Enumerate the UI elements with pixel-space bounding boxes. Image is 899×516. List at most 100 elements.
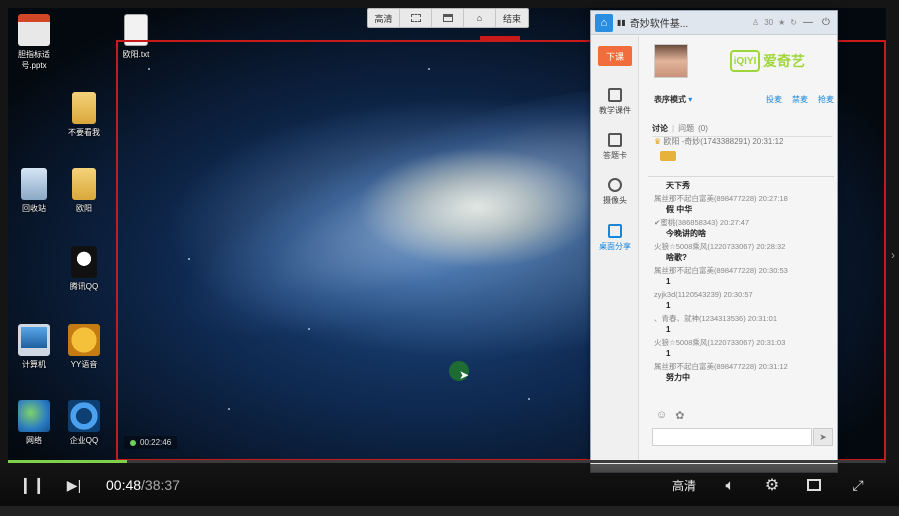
- chat-sender: 属丝那不起白富美(898477228) 20:31:12: [654, 362, 788, 371]
- home-icon: ⌂: [476, 13, 483, 23]
- toolbar-select-area-button[interactable]: [400, 9, 432, 27]
- chat-text: 假 中华: [666, 205, 693, 214]
- refresh-icon[interactable]: ↻: [790, 18, 797, 27]
- flower-icon[interactable]: ✿: [675, 409, 684, 422]
- member-count: ♙ 30 ★ ↻: [752, 18, 797, 27]
- window-mode-button[interactable]: [802, 473, 826, 497]
- volume-button[interactable]: 🔈︎: [718, 473, 742, 497]
- chat-tools: ☺ ✿: [656, 409, 684, 422]
- chevron-right-icon[interactable]: ›: [887, 240, 899, 270]
- computer-icon: [18, 324, 50, 356]
- mouse-cursor-icon: ➤: [459, 368, 470, 382]
- recording-timer-text: 00:22:46: [140, 438, 172, 447]
- quality-button[interactable]: 高清: [672, 474, 696, 496]
- chat-text: 天下秀: [666, 181, 690, 190]
- desktop-icon-folder-2[interactable]: 欧阳: [56, 168, 112, 214]
- pause-icon: ❙❙: [18, 477, 46, 494]
- power-icon[interactable]: ⏻: [819, 17, 833, 28]
- network-globe-icon: [18, 400, 50, 432]
- send-icon: ➤: [819, 431, 827, 442]
- desktop-icon-label: 腾讯QQ: [69, 282, 99, 291]
- window-title: 奇妙软件基...: [629, 19, 689, 30]
- desktop-icon-pptx[interactable]: 胆指标适号.pptx: [8, 14, 62, 71]
- pause-button[interactable]: ❙❙: [18, 473, 46, 497]
- end-class-button[interactable]: 下课: [598, 46, 632, 66]
- chat-message-list[interactable]: 天下秀 属丝那不起白富美(898477228) 20:27:18 假 中华 ✔蜜桃(3…: [654, 180, 836, 398]
- toolbar-window-button[interactable]: [432, 9, 464, 27]
- playback-progress-fill: [8, 460, 127, 463]
- chat-input[interactable]: [652, 428, 812, 446]
- sidebar-item-courseware[interactable]: 教学课件: [591, 88, 639, 116]
- sidebar-item-answer-card[interactable]: 答题卡: [591, 133, 639, 161]
- screen-share-icon: [608, 224, 622, 238]
- playback-progress-bar[interactable]: [8, 460, 886, 463]
- desktop-icon-network[interactable]: 网络: [8, 400, 62, 446]
- user-icon: ♙: [752, 18, 760, 27]
- total-time: /38:37: [141, 477, 180, 493]
- emoji-icon[interactable]: ☺: [656, 409, 667, 422]
- mic-grab-link[interactable]: 抢麦: [818, 94, 834, 105]
- tab-questions[interactable]: 问题: [678, 123, 694, 134]
- pptx-icon: [18, 14, 50, 46]
- sidebar-item-label: 摄像头: [603, 196, 627, 205]
- pinned-message-sender: 欧阳 -奇妙(1743388291) 20:31:12: [663, 137, 784, 146]
- desktop-icon-recycle-bin[interactable]: 回收站: [8, 168, 62, 214]
- send-button[interactable]: ➤: [813, 428, 833, 446]
- desktop-icon-enterprise-qq[interactable]: 企业QQ: [56, 400, 112, 446]
- mode-dropdown[interactable]: 表序模式 ▾: [654, 94, 756, 105]
- minimize-icon[interactable]: —: [801, 17, 815, 28]
- toolbar-home-button[interactable]: ⌂: [464, 9, 496, 27]
- settings-button[interactable]: ⚙: [760, 473, 784, 497]
- desktop-icon-label: YY语音: [70, 360, 98, 369]
- settings-icon: ⚙: [764, 477, 780, 494]
- desktop-icon-label: 不要看我: [68, 128, 100, 137]
- next-icon: ▶|: [66, 476, 82, 493]
- playback-time: 00:48 /38:37: [106, 474, 180, 496]
- fullscreen-button[interactable]: ⤢: [846, 473, 870, 497]
- tab-separator: |: [672, 124, 675, 133]
- chat-message: 天下秀: [654, 180, 836, 191]
- folder-icon: [72, 92, 96, 124]
- mic-invite-link[interactable]: 投麦: [766, 94, 782, 105]
- desktop-icon-folder-1[interactable]: 不要看我: [56, 92, 112, 138]
- classroom-titlebar: ⌂ ▮▮ 奇妙软件基... ♙ 30 ★ ↻ — ⏻: [591, 11, 837, 35]
- folder-icon: [72, 168, 96, 200]
- edit-icon: [608, 133, 622, 147]
- mode-row: 表序模式 ▾ 投麦 禁麦 抢麦: [654, 94, 834, 105]
- sidebar-item-camera[interactable]: 摄像头: [591, 178, 639, 206]
- question-count: (0): [698, 124, 708, 133]
- toolbar-hd-button[interactable]: 高清: [368, 9, 400, 27]
- mic-ban-link[interactable]: 禁麦: [792, 94, 808, 105]
- current-time: 00:48: [106, 477, 142, 493]
- chevron-down-icon: ▾: [688, 95, 693, 104]
- desktop-icon-label: 回收站: [22, 204, 46, 213]
- recording-area-handle[interactable]: [480, 36, 520, 41]
- desktop-icon-qq[interactable]: 腾讯QQ: [56, 246, 112, 292]
- tab-discussion[interactable]: 讨论: [652, 123, 668, 134]
- iqiyi-logo-text: 爱奇艺: [763, 53, 805, 69]
- toolbar-end-button[interactable]: 结束: [496, 9, 528, 27]
- select-area-icon: [410, 14, 421, 22]
- teacher-avatar: [654, 44, 688, 78]
- chat-text: 1: [666, 349, 671, 358]
- chat-sender: 、青春、就神(1234313536) 20:31:01: [654, 314, 777, 323]
- desktop-icon-computer[interactable]: 计算机: [8, 324, 62, 370]
- gift-icon: [660, 151, 676, 161]
- star-icon[interactable]: ★: [778, 18, 785, 27]
- enterprise-qq-icon: [68, 400, 100, 432]
- camera-icon: [608, 178, 622, 192]
- desktop-icon-label: 计算机: [22, 360, 46, 369]
- iqiyi-logo-box: iQIYI: [730, 50, 760, 72]
- crown-icon: ♛: [654, 137, 662, 146]
- qq-penguin-icon: [71, 246, 97, 278]
- sidebar-item-label: 桌面分享: [599, 242, 631, 251]
- recording-toolbar: 高清 ⌂ 结束: [367, 8, 529, 28]
- sidebar-item-desktop-share[interactable]: 桌面分享: [591, 224, 639, 252]
- next-button[interactable]: ▶|: [62, 473, 86, 497]
- chat-text: 1: [666, 277, 671, 286]
- desktop-icon-yy[interactable]: YY语音: [56, 324, 112, 370]
- chat-message: 火狼☆5008乘风(1220733067) 20:31:03 1: [654, 338, 836, 359]
- home-icon[interactable]: ⌂: [595, 13, 613, 32]
- fullscreen-icon: ⤢: [852, 476, 864, 493]
- chat-text: 1: [666, 325, 671, 334]
